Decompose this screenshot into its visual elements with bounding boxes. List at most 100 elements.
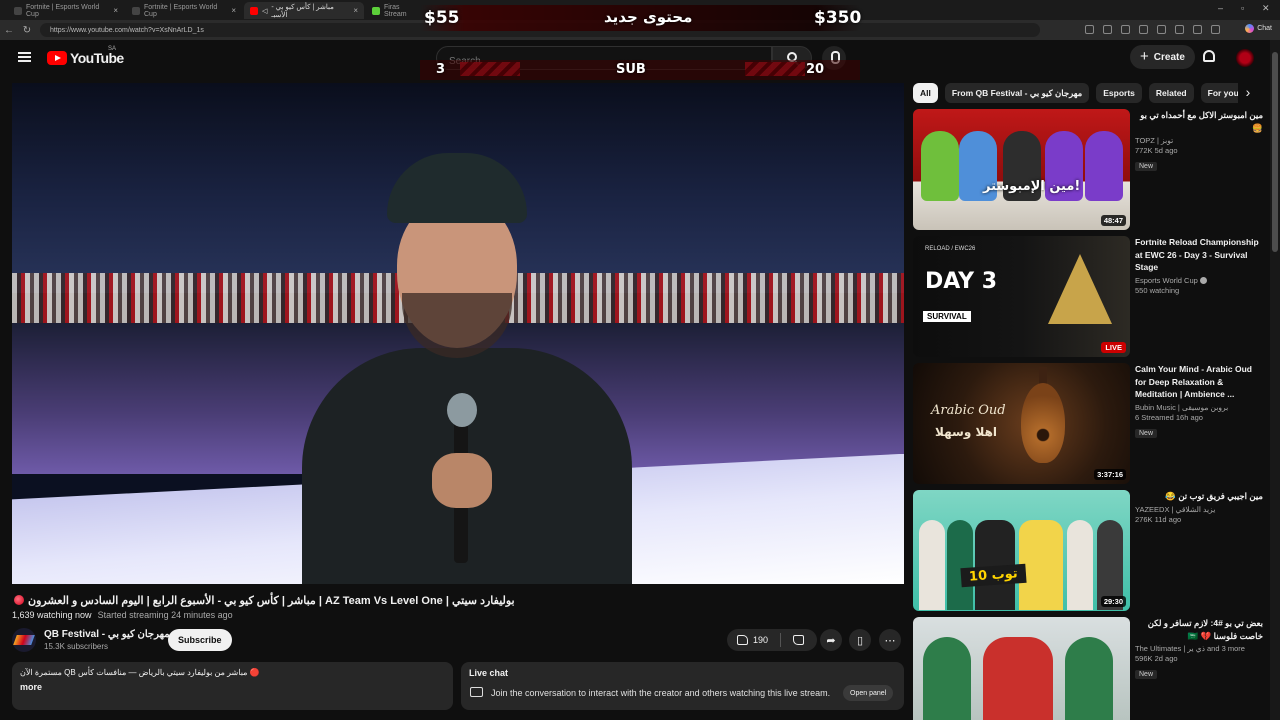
thumbs-down-icon[interactable]: [793, 635, 804, 645]
recommended-stats: 772K 5d ago: [1135, 146, 1263, 155]
recommended-video[interactable]: RELOAD / EWC26 DAY 3 SURVIVAL LIVE Fortn…: [913, 236, 1263, 358]
channel-name-text: Esports World Cup: [1135, 275, 1198, 285]
recommended-title[interactable]: مين امبوستر الاكل مع أحمداه تي بو 🍔: [1135, 109, 1263, 134]
video-thumbnail[interactable]: [913, 617, 1130, 720]
country-code: SA: [108, 46, 117, 52]
page-scrollbar[interactable]: [1270, 40, 1280, 720]
recommended-video[interactable]: Arabic Oud اهلا وسهلا 3:37:16 Calm Your …: [913, 363, 1263, 485]
browser-tab[interactable]: Fortnite | Esports World Cup ×: [8, 2, 124, 19]
recommended-video[interactable]: بعض تي بو #4: لازم تسافر و لكن خاصت فلوس…: [913, 617, 1263, 720]
recommended-info: Fortnite Reload Championship at EWC 26 -…: [1135, 236, 1263, 295]
notifications-bell-icon[interactable]: [1203, 50, 1215, 62]
recommended-channel[interactable]: Esports World Cup: [1135, 276, 1263, 285]
tab-close-icon[interactable]: ×: [353, 6, 358, 15]
recommended-title[interactable]: بعض تي بو #4: لازم تسافر و لكن خاصت فلوس…: [1135, 617, 1263, 642]
tab-favicon-icon: [14, 6, 22, 15]
extension-icon[interactable]: [1121, 25, 1130, 34]
video-thumbnail[interactable]: RELOAD / EWC26 DAY 3 SURVIVAL LIVE: [913, 236, 1130, 357]
recommended-title[interactable]: مين اجيبي فريق توب تن 😂: [1135, 490, 1263, 503]
recommended-stats: 596K 2d ago: [1135, 654, 1263, 663]
view-count: 772K: [1135, 146, 1153, 155]
video-thumbnail[interactable]: Arabic Oud اهلا وسهلا 3:37:16: [913, 363, 1130, 484]
chip-related[interactable]: Related: [1148, 83, 1194, 103]
recommended-channel[interactable]: TOPZ | توبز: [1135, 136, 1263, 145]
channel-avatar[interactable]: [12, 628, 36, 652]
subscribe-button[interactable]: Subscribe: [168, 629, 232, 651]
more-actions-icon[interactable]: ⋯: [879, 629, 901, 651]
live-chat-prompt: Join the conversation to interact with t…: [491, 688, 831, 698]
video-thumbnail[interactable]: توب 10 29:30: [913, 490, 1130, 611]
tab-audio-icon[interactable]: ◁: [262, 7, 267, 15]
extension-icon[interactable]: [1103, 25, 1112, 34]
recommended-channel[interactable]: The Ultimates | ذي ير and 3 more: [1135, 644, 1263, 653]
extension-icon[interactable]: [1175, 25, 1184, 34]
thumb-person: [947, 520, 973, 610]
recommended-title[interactable]: Calm Your Mind - Arabic Oud for Deep Rel…: [1135, 363, 1263, 401]
overlay-sub-label: SUB: [616, 62, 646, 77]
like-count: 190: [753, 635, 769, 645]
back-icon[interactable]: ←: [0, 25, 18, 36]
extension-icons: [1085, 25, 1220, 34]
video-thumbnail[interactable]: مين الإمبوستر! 48:47: [913, 109, 1130, 230]
live-chat-title: Live chat: [469, 668, 509, 678]
live-chat-collapsed: Live chat Join the conversation to inter…: [461, 662, 904, 710]
extension-icon[interactable]: [1085, 25, 1094, 34]
overlay-right-count: 20: [806, 62, 825, 77]
chip-from-channel[interactable]: From QB Festival - مهرجان كيو بي: [944, 83, 1090, 103]
browser-chat-button[interactable]: Chat: [1245, 24, 1272, 33]
youtube-logo[interactable]: YouTube SA: [47, 46, 124, 66]
description-more-link[interactable]: more: [20, 682, 445, 692]
channel-name[interactable]: QB Festival - مهرجان كيو بي: [44, 629, 170, 640]
video-player[interactable]: [12, 83, 904, 584]
thumbnail-brand: RELOAD / EWC26: [925, 246, 976, 252]
minimize-icon[interactable]: –: [1218, 3, 1223, 13]
tab-close-icon[interactable]: ×: [231, 6, 236, 15]
close-window-icon[interactable]: ✕: [1262, 3, 1270, 14]
copilot-icon: [1245, 24, 1255, 33]
overlay-left-count: 3: [436, 62, 446, 77]
recommended-video[interactable]: توب 10 29:30 مين اجيبي فريق توب تن 😂 YAZ…: [913, 490, 1263, 612]
duration-badge: 48:47: [1100, 215, 1126, 226]
duration-badge: 3:37:16: [1094, 469, 1126, 480]
chip-esports[interactable]: Esports: [1096, 83, 1142, 103]
recommended-info: مين امبوستر الاكل مع أحمداه تي بو 🍔 TOPZ…: [1135, 109, 1263, 173]
maximize-icon[interactable]: ▫: [1241, 3, 1244, 13]
create-button[interactable]: + Create: [1130, 45, 1195, 69]
live-indicator-icon: [14, 595, 24, 605]
scrollbar-thumb[interactable]: [1272, 52, 1278, 252]
account-avatar[interactable]: [1236, 49, 1254, 67]
plus-icon: +: [1140, 48, 1149, 65]
open-panel-button[interactable]: Open panel: [843, 685, 894, 701]
chevron-right-icon[interactable]: ›: [1238, 83, 1258, 103]
like-button[interactable]: 190: [727, 633, 781, 647]
browser-tab[interactable]: Fortnite | Esports World Cup ×: [126, 2, 242, 19]
create-label: Create: [1153, 51, 1185, 63]
presenter-hand: [432, 453, 492, 508]
menu-icon[interactable]: [18, 52, 31, 62]
refresh-icon[interactable]: ↻: [18, 25, 36, 36]
chip-all[interactable]: All: [913, 83, 938, 103]
recommended-title[interactable]: Fortnite Reload Championship at EWC 26 -…: [1135, 236, 1263, 274]
extension-icon[interactable]: [1193, 25, 1202, 34]
watching-stats: 550 watching: [1135, 285, 1180, 295]
extension-icon[interactable]: [1139, 25, 1148, 34]
recommended-channel[interactable]: YAZEEDX | يزيد الشلاقي: [1135, 505, 1263, 514]
recommended-channel[interactable]: Bubin Music | بروبن موسيقى: [1135, 403, 1263, 412]
save-bookmark-icon[interactable]: ▯: [849, 629, 871, 651]
view-count: 6: [1135, 412, 1140, 422]
thumbnail-text: مين الإمبوستر!: [983, 179, 1081, 194]
extension-icon[interactable]: [1157, 25, 1166, 34]
extension-icon[interactable]: [1211, 25, 1220, 34]
description-box[interactable]: 🔴 مباشر من بوليفارد سيتي بالرياض — منافس…: [12, 662, 453, 710]
thumb-person: [1065, 637, 1113, 720]
overlay-right-goal: $350: [814, 8, 862, 28]
recommended-video[interactable]: مين الإمبوستر! 48:47 مين امبوستر الاكل م…: [913, 109, 1263, 231]
description-text: 🔴 مباشر من بوليفارد سيتي بالرياض — منافس…: [20, 668, 260, 677]
tab-close-icon[interactable]: ×: [113, 6, 118, 15]
browser-tab-active[interactable]: ◁ مباشر | كأس كيو بي - الأسبـ ×: [244, 2, 364, 19]
tab-title: Fortnite | Esports World Cup: [26, 3, 100, 18]
browser-tab[interactable]: Firas Stream: [366, 2, 426, 19]
thumbnail-subtext: اهلا وسهلا: [935, 425, 998, 439]
share-icon[interactable]: ➦: [820, 629, 842, 651]
tab-title: Fortnite | Esports World Cup: [144, 3, 218, 18]
